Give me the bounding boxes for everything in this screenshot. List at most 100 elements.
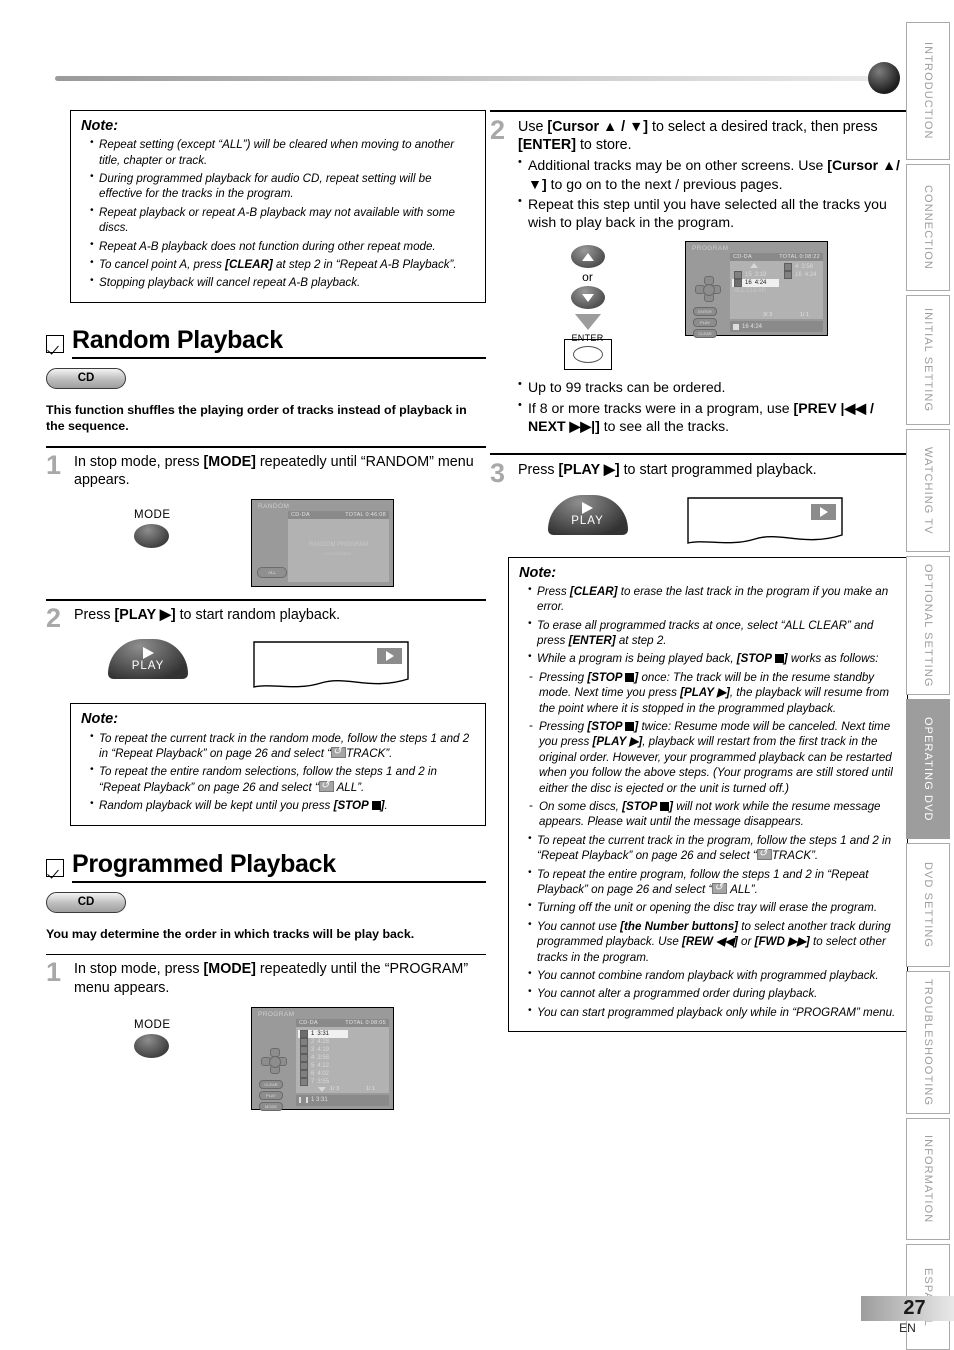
- osd-track-row[interactable]: 6 4:02: [298, 1069, 348, 1078]
- osd-all-button[interactable]: ALL: [257, 567, 287, 579]
- tab-label: CONNECTION: [922, 185, 934, 270]
- step-number: 1: [46, 957, 62, 988]
- osd-side-button[interactable]: CLEAR: [259, 1079, 283, 1089]
- osd-info-bar: CD-DA TOTAL 0:08:22: [730, 253, 823, 262]
- osd-side-button[interactable]: PLAY: [259, 1090, 283, 1100]
- osd-track-row[interactable]: 16 4:24: [732, 279, 779, 288]
- page-title-programmed: Programmed Playback: [72, 851, 486, 883]
- osd-side-buttons[interactable]: ENTER PLAY CLEAR: [693, 305, 717, 339]
- play-triangle-icon: [582, 502, 593, 515]
- step-2-post-bullets: Up to 99 tracks can be ordered. If 8 or …: [490, 377, 910, 435]
- osd-track-row[interactable]: 3 4:19: [298, 1045, 348, 1054]
- tab-dvd-setting[interactable]: DVD SETTING: [906, 843, 950, 967]
- tab-operating-dvd[interactable]: OPERATING DVD: [906, 699, 950, 839]
- osd-track-row[interactable]: 15 3:18: [732, 271, 779, 280]
- programmed-lead-text: You may determine the order in which tra…: [46, 926, 415, 941]
- random-lead-text: This function shuffles the playing order…: [46, 402, 467, 433]
- tab-watching-tv[interactable]: WATCHING TV: [906, 429, 950, 552]
- osd-side-button[interactable]: ENTER: [693, 307, 717, 317]
- tab-label: INTRODUCTION: [922, 42, 934, 140]
- enter-oval-icon: [572, 346, 603, 364]
- tab-connection[interactable]: CONNECTION: [906, 164, 950, 291]
- note-item: Random playback will be kept until you p…: [90, 797, 475, 813]
- tab-troubleshooting[interactable]: TROUBLESHOOTING: [906, 971, 950, 1114]
- note-list: To repeat the current track in the rando…: [81, 730, 475, 814]
- dpad-icon[interactable]: [261, 1047, 287, 1074]
- divider: [46, 446, 486, 448]
- osd-disc-type: CD-DA: [299, 1019, 318, 1026]
- mode-button-group[interactable]: MODE: [46, 499, 251, 549]
- section-tab-rail: INTRODUCTION CONNECTION INITIAL SETTING …: [906, 22, 950, 1350]
- arrow-up-icon: [581, 252, 594, 261]
- play-button-group[interactable]: PLAY: [46, 639, 251, 680]
- osd-all-clear-item[interactable]: ALL CLEAR: [732, 288, 779, 294]
- track-marker-icon: [300, 1077, 308, 1086]
- step-text: Use [Cursor ▲ / ▼] to select a desired t…: [518, 118, 910, 232]
- play-button[interactable]: PLAY: [108, 639, 188, 680]
- mode-button[interactable]: [134, 524, 169, 549]
- osd-track-list[interactable]: 15 3:18 16 4:24 ALL CLEAR: [732, 271, 779, 294]
- track-marker-icon: [300, 1053, 308, 1062]
- note-item: While a program is being played back, [S…: [528, 650, 897, 666]
- note-item: Stopping playback will cancel repeat A-B…: [90, 274, 475, 290]
- osd-track-row[interactable]: 4 3:58: [298, 1053, 348, 1062]
- play-button[interactable]: PLAY: [547, 494, 628, 535]
- step-number: 1: [46, 449, 62, 480]
- osd-side-button[interactable]: PLAY: [693, 318, 717, 328]
- mode-button-group[interactable]: MODE: [46, 1007, 251, 1058]
- enter-button-group[interactable]: ENTER: [563, 333, 612, 371]
- cursor-up-button[interactable]: [570, 245, 605, 269]
- track-marker-icon: [300, 1045, 308, 1054]
- osd-panel: CD-DA TOTAL 0:08:22 15 3:18 16 4:24 ALL CL…: [730, 253, 824, 320]
- step-bullet: Up to 99 tracks can be ordered.: [518, 377, 910, 396]
- note-item: Press [CLEAR] to erase the last track in…: [528, 583, 897, 615]
- track-marker-icon: [734, 279, 742, 288]
- note-item: Repeat A-B playback does not function du…: [90, 238, 475, 254]
- osd-track-row[interactable]: 5 4:12: [298, 1061, 348, 1070]
- note-item: Pressing [STOP ] twice: Resume mode will…: [528, 718, 897, 796]
- tab-label: WATCHING TV: [922, 446, 934, 535]
- osd-info-bar: CD-DA TOTAL 0:46:08: [288, 511, 389, 520]
- osd-footer: 1 3:31: [296, 1094, 389, 1106]
- mode-button-label: MODE: [134, 509, 171, 522]
- play-triangle-icon: [142, 646, 154, 659]
- osd-program-row: 4 3:58: [782, 263, 824, 272]
- mode-button[interactable]: [134, 1033, 169, 1058]
- tab-optional-setting[interactable]: OPTIONAL SETTING: [906, 556, 950, 695]
- osd-track-list[interactable]: 1 3:31 2 4:28 3 4:19 4 3:58 5 4:12 6 4:02 7 3:5…: [298, 1029, 348, 1086]
- dpad-center: [269, 1055, 281, 1068]
- tab-initial-setting[interactable]: INITIAL SETTING: [906, 295, 950, 425]
- osd-track-row[interactable]: 2 4:28: [298, 1037, 348, 1046]
- left-column: Note: Repeat setting (except “ALL”) will…: [46, 110, 486, 1111]
- osd-side-button[interactable]: MODE: [259, 1101, 283, 1111]
- repeat-icon: [756, 847, 772, 861]
- play-button-group[interactable]: PLAY: [490, 494, 685, 535]
- repeat-icon: [318, 779, 334, 792]
- scroll-down-icon[interactable]: [318, 1086, 326, 1092]
- cursor-enter-diagram: or ENTER: [563, 245, 612, 371]
- enter-button-frame[interactable]: [563, 339, 612, 371]
- note-item: To repeat the entire program, follow the…: [528, 866, 897, 898]
- note-title: Note:: [81, 118, 119, 134]
- note-item: You cannot combine random playback with …: [528, 967, 897, 983]
- header-rule: [55, 76, 873, 81]
- osd-track-row[interactable]: 7 3:55: [298, 1077, 348, 1086]
- tab-label: INFORMATION: [922, 1134, 934, 1224]
- scroll-up-icon[interactable]: [750, 263, 758, 269]
- osd-side-button[interactable]: CLEAR: [693, 329, 717, 339]
- osd-side-buttons[interactable]: CLEAR PLAY MODE: [259, 1078, 283, 1111]
- step-text: In stop mode, press [MODE] repeatedly un…: [74, 961, 469, 996]
- step-number: 2: [490, 114, 506, 145]
- dpad-icon[interactable]: [695, 276, 721, 303]
- checkbox-icon: [46, 858, 64, 877]
- divider: [46, 599, 486, 601]
- note-box-repeat: Note: Repeat setting (except “ALL”) will…: [70, 110, 486, 303]
- section-random-playback: Random Playback CD This function shuffle…: [46, 327, 486, 692]
- tab-information[interactable]: INFORMATION: [906, 1118, 950, 1240]
- cursor-down-button[interactable]: [570, 286, 605, 310]
- flow-arrow-icon: [574, 314, 601, 331]
- checkbox-icon: [46, 334, 64, 353]
- play-button-label: PLAY: [131, 659, 165, 672]
- osd-track-row[interactable]: 1 3:31: [298, 1029, 348, 1038]
- tab-introduction[interactable]: INTRODUCTION: [906, 22, 950, 160]
